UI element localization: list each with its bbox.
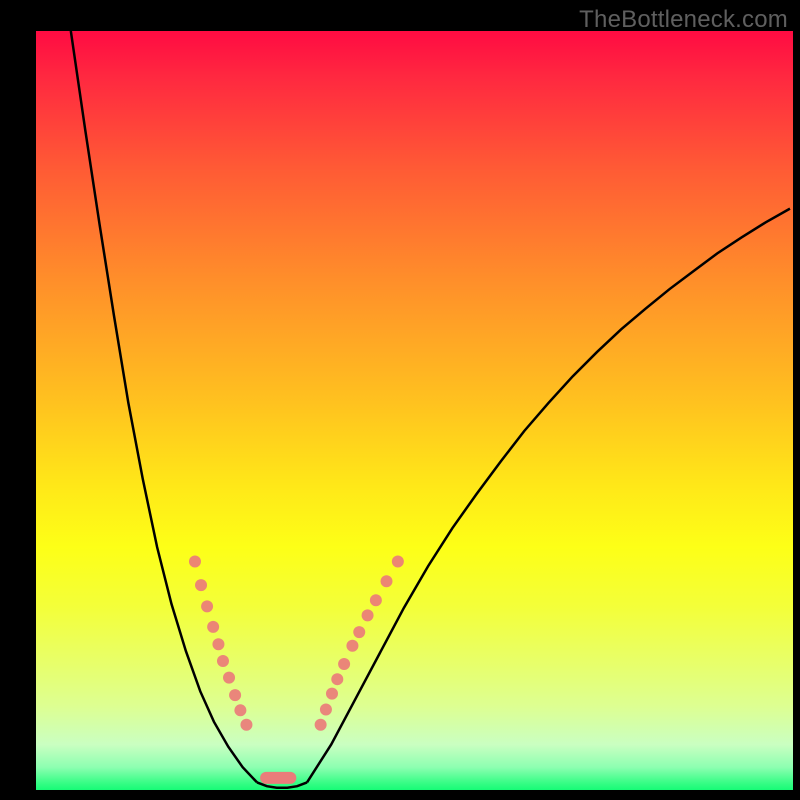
curve-left-curve xyxy=(71,31,257,782)
left-branch-dot xyxy=(207,621,219,633)
plot-area xyxy=(36,31,793,790)
left-branch-dot xyxy=(240,719,252,731)
right-branch-dot xyxy=(338,658,350,670)
left-branch-dot xyxy=(217,655,229,667)
left-branch-dot xyxy=(229,689,241,701)
right-branch-dot xyxy=(331,673,343,685)
right-branch-dot xyxy=(346,640,358,652)
left-branch-dot xyxy=(234,704,246,716)
left-branch-dot xyxy=(195,579,207,591)
watermark-text: TheBottleneck.com xyxy=(579,6,788,34)
left-branch-dot xyxy=(189,556,201,568)
right-branch-dot xyxy=(370,594,382,606)
right-branch-dot xyxy=(380,575,392,587)
curve-right-curve xyxy=(307,209,790,783)
right-branch-dot xyxy=(320,704,332,716)
right-branch-dot xyxy=(326,688,338,700)
right-branch-dot xyxy=(353,626,365,638)
chart-frame: TheBottleneck.com xyxy=(0,0,800,800)
right-branch-dot xyxy=(362,609,374,621)
left-branch-dot xyxy=(223,672,235,684)
left-branch-dot xyxy=(201,600,213,612)
right-branch-dot xyxy=(315,719,327,731)
chart-svg xyxy=(36,31,793,790)
right-branch-dot xyxy=(392,556,404,568)
left-branch-dot xyxy=(212,638,224,650)
